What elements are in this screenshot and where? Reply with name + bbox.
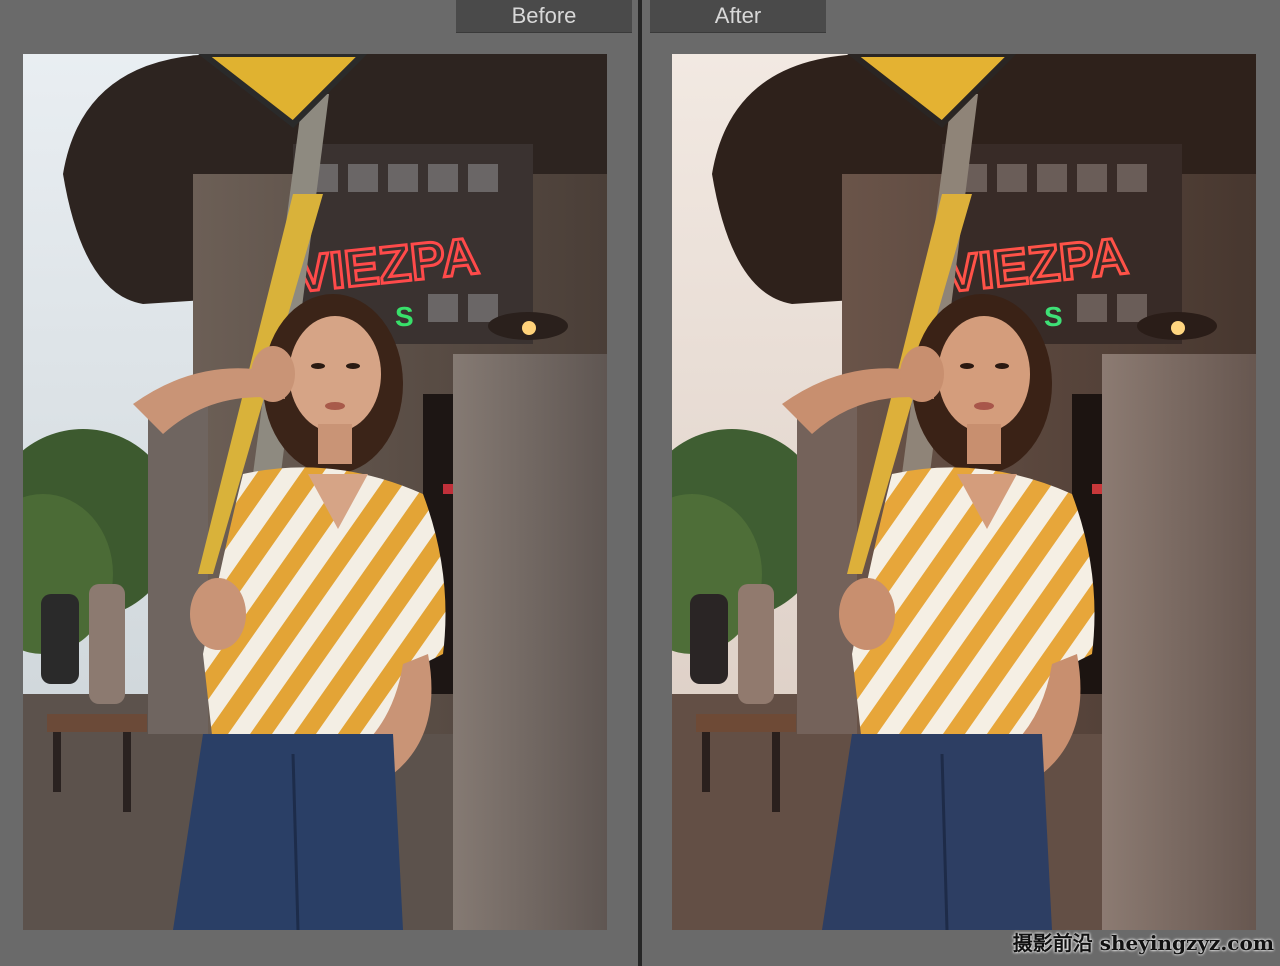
neon-green-text: S — [1044, 301, 1063, 332]
before-pane: Before VIEZPA S — [0, 0, 638, 966]
after-pane: After VIEZPA S 摄影前沿 sheyingzyz.com — [642, 0, 1280, 966]
neon-green-text: S — [395, 301, 414, 332]
before-after-compare-view: Before VIEZPA S After VIEZPA S 摄影前沿 shey… — [0, 0, 1280, 966]
after-photo: VIEZPA S — [672, 54, 1256, 930]
after-label: After — [650, 0, 826, 33]
before-label: Before — [456, 0, 632, 33]
watermark-text: 摄影前沿 sheyingzyz.com — [1012, 931, 1274, 955]
before-photo: VIEZPA S — [23, 54, 607, 930]
